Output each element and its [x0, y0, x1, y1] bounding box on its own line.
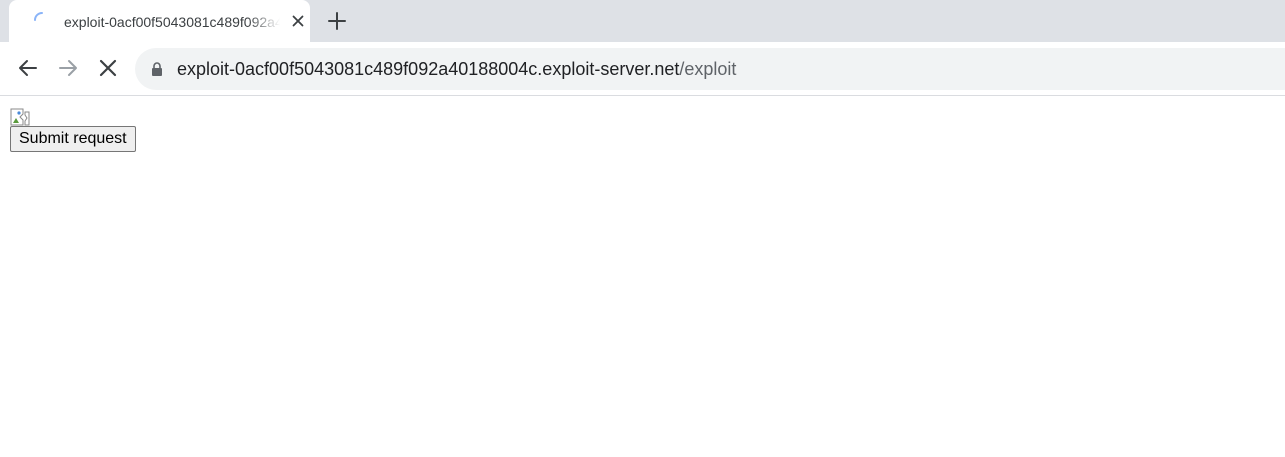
- lock-icon[interactable]: [151, 62, 163, 76]
- url-host: exploit-0acf00f5043081c489f092a40188004c…: [177, 59, 680, 79]
- close-icon[interactable]: [289, 12, 307, 30]
- tab-title: exploit-0acf00f5043081c489f092a40188004c…: [64, 14, 280, 30]
- url-text[interactable]: exploit-0acf00f5043081c489f092a40188004c…: [177, 58, 736, 80]
- browser-tab[interactable]: exploit-0acf00f5043081c489f092a40188004c…: [9, 0, 310, 42]
- browser-toolbar: exploit-0acf00f5043081c489f092a40188004c…: [0, 42, 1285, 96]
- back-arrow-icon[interactable]: [16, 56, 40, 80]
- address-bar[interactable]: exploit-0acf00f5043081c489f092a40188004c…: [135, 48, 1285, 90]
- submit-request-button[interactable]: Submit request: [10, 126, 136, 152]
- tab-strip: exploit-0acf00f5043081c489f092a40188004c…: [0, 0, 1285, 42]
- forward-arrow-icon[interactable]: [56, 56, 80, 80]
- broken-image-icon: [10, 108, 30, 126]
- plus-icon[interactable]: [326, 10, 348, 32]
- loading-spinner-icon: [34, 12, 43, 21]
- stop-icon[interactable]: [96, 56, 120, 80]
- url-path: /exploit: [679, 59, 737, 79]
- page-content: Submit request: [0, 96, 1285, 457]
